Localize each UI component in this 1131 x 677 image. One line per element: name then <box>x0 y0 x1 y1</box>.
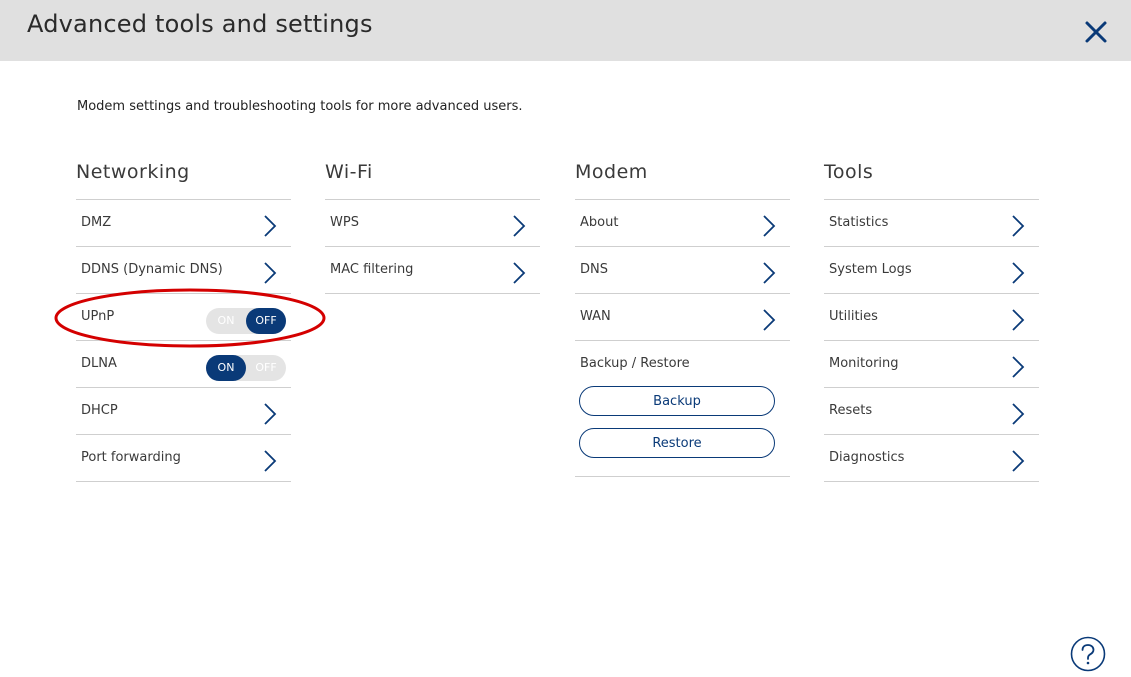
chevron-right-icon <box>763 309 776 331</box>
row-label: UPnP <box>81 309 115 324</box>
row-backup-restore: Backup / Restore Backup Restore <box>575 341 790 477</box>
intro-text: Modem settings and troubleshooting tools… <box>77 99 523 114</box>
modem-title: Modem <box>575 158 790 200</box>
row-label: WPS <box>330 215 359 230</box>
upnp-toggle-off[interactable]: OFF <box>246 308 286 334</box>
chevron-right-icon <box>1012 356 1025 378</box>
row-dhcp[interactable]: DHCP <box>76 388 291 435</box>
tools-column: Tools Statistics System Logs Utilities M… <box>824 158 1039 482</box>
upnp-toggle-on[interactable]: ON <box>206 308 246 334</box>
row-monitoring[interactable]: Monitoring <box>824 341 1039 388</box>
chevron-right-icon <box>264 215 277 237</box>
row-label: MAC filtering <box>330 262 414 277</box>
row-dlna: DLNA ON OFF <box>76 341 291 388</box>
row-diagnostics[interactable]: Diagnostics <box>824 435 1039 482</box>
row-label: WAN <box>580 309 611 324</box>
wifi-title: Wi-Fi <box>325 158 540 200</box>
close-button[interactable] <box>1078 14 1114 50</box>
row-label: Diagnostics <box>829 450 905 465</box>
chevron-right-icon <box>1012 262 1025 284</box>
row-system-logs[interactable]: System Logs <box>824 247 1039 294</box>
networking-column: Networking DMZ DDNS (Dynamic DNS) UPnP O… <box>76 158 291 482</box>
row-resets[interactable]: Resets <box>824 388 1039 435</box>
backup-button[interactable]: Backup <box>579 386 775 416</box>
row-statistics[interactable]: Statistics <box>824 200 1039 247</box>
chevron-right-icon <box>513 215 526 237</box>
chevron-right-icon <box>264 403 277 425</box>
dlna-toggle-on[interactable]: ON <box>206 355 246 381</box>
row-label: Monitoring <box>829 356 899 371</box>
dlna-toggle[interactable]: ON OFF <box>206 355 286 381</box>
chevron-right-icon <box>513 262 526 284</box>
row-label: Statistics <box>829 215 889 230</box>
help-button[interactable] <box>1070 636 1106 672</box>
help-icon <box>1070 636 1106 672</box>
chevron-right-icon <box>1012 215 1025 237</box>
page-title: Advanced tools and settings <box>27 10 373 38</box>
row-label: DDNS (Dynamic DNS) <box>81 262 223 277</box>
networking-title: Networking <box>76 158 291 200</box>
row-upnp: UPnP ON OFF <box>76 294 291 341</box>
row-wan[interactable]: WAN <box>575 294 790 341</box>
chevron-right-icon <box>264 450 277 472</box>
row-utilities[interactable]: Utilities <box>824 294 1039 341</box>
dlna-toggle-off[interactable]: OFF <box>246 355 286 381</box>
row-about[interactable]: About <box>575 200 790 247</box>
wifi-column: Wi-Fi WPS MAC filtering <box>325 158 540 294</box>
backup-restore-label: Backup / Restore <box>580 356 690 371</box>
chevron-right-icon <box>1012 309 1025 331</box>
row-label: DLNA <box>81 356 117 371</box>
row-label: DMZ <box>81 215 112 230</box>
row-dns[interactable]: DNS <box>575 247 790 294</box>
chevron-right-icon <box>1012 403 1025 425</box>
row-label: System Logs <box>829 262 912 277</box>
row-label: Port forwarding <box>81 450 181 465</box>
chevron-right-icon <box>763 215 776 237</box>
row-label: Utilities <box>829 309 878 324</box>
restore-button[interactable]: Restore <box>579 428 775 458</box>
modem-column: Modem About DNS WAN Backup / Restore Bac… <box>575 158 790 477</box>
row-dmz[interactable]: DMZ <box>76 200 291 247</box>
row-port-forwarding[interactable]: Port forwarding <box>76 435 291 482</box>
row-label: Resets <box>829 403 873 418</box>
row-label: DHCP <box>81 403 118 418</box>
upnp-toggle[interactable]: ON OFF <box>206 308 286 334</box>
row-label: DNS <box>580 262 608 277</box>
chevron-right-icon <box>1012 450 1025 472</box>
chevron-right-icon <box>763 262 776 284</box>
dialog-header: Advanced tools and settings <box>0 0 1131 61</box>
row-ddns[interactable]: DDNS (Dynamic DNS) <box>76 247 291 294</box>
chevron-right-icon <box>264 262 277 284</box>
row-label: About <box>580 215 619 230</box>
tools-title: Tools <box>824 158 1039 200</box>
close-icon <box>1085 21 1107 43</box>
row-wps[interactable]: WPS <box>325 200 540 247</box>
row-mac-filtering[interactable]: MAC filtering <box>325 247 540 294</box>
